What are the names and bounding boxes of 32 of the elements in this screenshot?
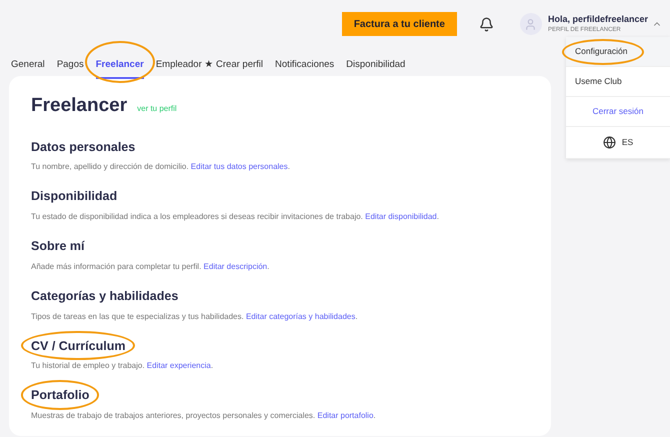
tab[interactable]: Empleador ★ Crear perfil	[156, 58, 264, 80]
section-title: CV / Currículum	[31, 338, 126, 354]
section-description: Tu nombre, apellido y dirección de domicilio. Editar tus datos personales.	[31, 161, 291, 174]
tab[interactable]: Notificaciones	[275, 58, 334, 80]
globe-icon	[602, 136, 616, 149]
logout-link[interactable]: Cerrar sesión	[566, 97, 670, 127]
language-button[interactable]: ES	[566, 127, 670, 159]
section-title: Sobre mí	[31, 238, 84, 255]
section-title: Datos personales	[31, 138, 136, 156]
edit-link[interactable]: Editar experiencia	[146, 361, 211, 370]
section-description: Tu estado de disponibilidad indica a los empleadores si deseas recibir invitaciones de trabajo. Editar disponibilidad.	[31, 211, 440, 223]
invoice-button[interactable]: Factura a tu cliente	[342, 12, 457, 36]
section-description: Tipos de tareas en las que te especializas y tus habilidades. Editar categorías y habilidades.	[31, 310, 359, 322]
bell-icon[interactable]	[478, 16, 494, 32]
section-description: Muestras de trabajo de trabajos anteriores, proyectos personales y comerciales. Editar portafolio.	[31, 410, 377, 422]
edit-link[interactable]: Editar descripción	[204, 262, 268, 271]
section-title: Portafolio	[31, 387, 90, 404]
section-title: Categorías y habilidades	[31, 288, 178, 305]
user-greeting: Hola, perfildefreelancer	[548, 12, 648, 26]
edit-link[interactable]: Editar tus datos personales	[190, 162, 288, 172]
page-title: Freelancer	[31, 94, 128, 118]
menu-item[interactable]: Useme Club	[566, 67, 670, 97]
section-description: Añade más información para completar tu perfil. Editar descripción.	[31, 260, 270, 273]
tab[interactable]: General	[11, 58, 45, 80]
tab[interactable]: Pagos	[56, 58, 84, 80]
edit-link[interactable]: Editar disponibilidad	[365, 212, 437, 221]
edit-link[interactable]: Editar portafolio	[317, 411, 374, 420]
menu-item[interactable]: Configuración	[566, 37, 670, 67]
section-description: Tu historial de empleo y trabajo. Editar experiencia.	[31, 360, 214, 372]
tab[interactable]: Disponibilidad	[346, 58, 406, 80]
edit-link[interactable]: Editar categorías y habilidades	[246, 312, 356, 320]
section-title: Disponibilidad	[31, 188, 118, 206]
